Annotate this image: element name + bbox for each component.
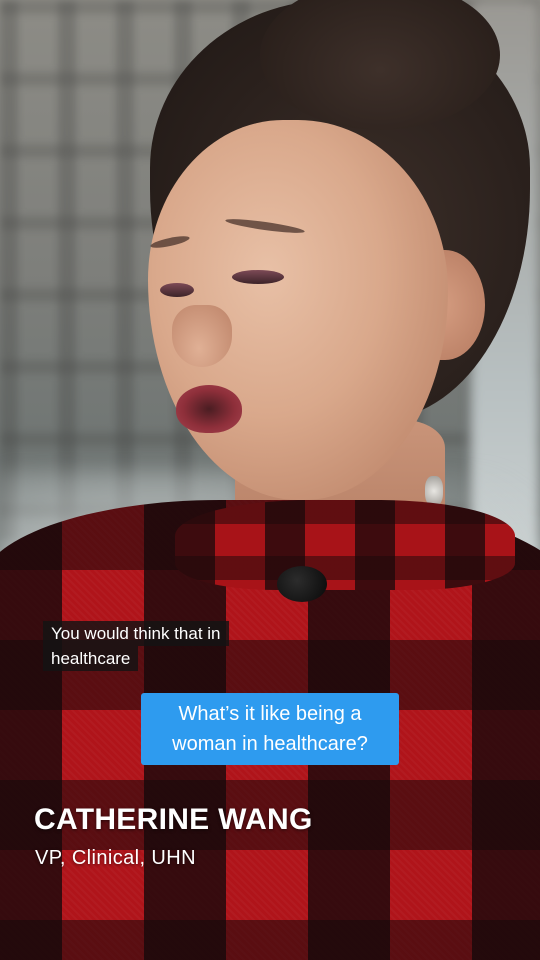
question-text: What’s it like being a woman in healthca… — [172, 703, 368, 755]
right-eye — [232, 270, 284, 284]
caption-line-2: healthcare — [43, 646, 139, 671]
speaker-name: CATHERINE WANG — [34, 803, 313, 836]
subtitle-caption: You would think that in healthcare — [43, 619, 275, 675]
mouth — [176, 385, 242, 433]
speaker-title: VP, Clinical, UHN — [35, 847, 196, 869]
video-frame: You would think that in healthcare What’… — [0, 0, 540, 960]
left-eye — [160, 283, 194, 297]
lapel-microphone — [277, 566, 327, 602]
question-bubble: What’s it like being a woman in healthca… — [141, 693, 399, 765]
caption-line-1: You would think that in — [43, 621, 229, 646]
nose — [172, 305, 232, 367]
coat-collar — [175, 500, 515, 590]
